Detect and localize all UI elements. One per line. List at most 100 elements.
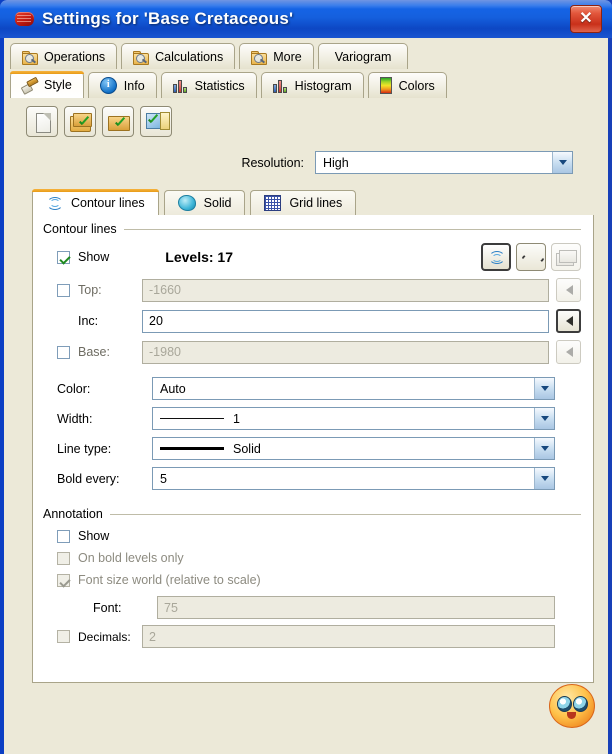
brush-icon (20, 76, 39, 95)
chevron-down-icon[interactable] (534, 438, 554, 459)
tab-calculations[interactable]: Calculations (121, 43, 236, 69)
bold-every-combo[interactable]: 5 (152, 467, 555, 490)
decimals-label: Decimals: (78, 629, 131, 644)
decimals-input[interactable]: 2 (142, 625, 555, 648)
inner-tab-grid-lines[interactable]: Grid lines (250, 190, 357, 215)
resolution-label: Resolution: (241, 155, 304, 170)
smooth-line-button[interactable] (516, 243, 546, 271)
tab-info[interactable]: i Info (87, 72, 157, 98)
bold-every-label: Bold every: (57, 471, 120, 486)
base-checkbox[interactable] (57, 345, 70, 359)
font-row: Font: 75 (43, 596, 581, 619)
wave-icon (521, 252, 541, 262)
line-type-label: Line type: (57, 441, 112, 456)
annotation-show-checkbox[interactable] (57, 529, 70, 543)
window-title: Settings for 'Base Cretaceous' (42, 9, 294, 28)
contour-style-button[interactable] (481, 243, 511, 271)
blank-page-icon (36, 113, 51, 133)
group-label: Annotation (43, 507, 103, 521)
font-size-world-row: Font size world (relative to scale) (43, 573, 581, 587)
base-label: Base: (78, 345, 110, 359)
width-row: Width: 1 (43, 407, 581, 430)
font-size-world-checkbox[interactable] (57, 573, 70, 587)
apply-settings-button[interactable] (102, 106, 134, 137)
font-label: Font: (93, 600, 122, 615)
width-value-wrap: 1 (153, 412, 534, 426)
tab-label: Operations (44, 49, 106, 64)
tab-histogram[interactable]: Histogram (260, 72, 364, 98)
close-button[interactable] (570, 5, 602, 33)
chevron-down-icon[interactable] (534, 468, 554, 489)
top-checkbox[interactable] (57, 283, 70, 297)
tab-style[interactable]: Style (10, 71, 84, 98)
info-icon: i (99, 77, 117, 94)
base-input[interactable]: -1980 (142, 340, 549, 364)
top-row: Top: -1660 (43, 278, 581, 302)
color-row: Color: Auto (43, 377, 581, 400)
inner-tab-solid[interactable]: Solid (163, 190, 246, 215)
top-spin-button[interactable] (556, 278, 581, 302)
font-input[interactable]: 75 (157, 596, 555, 619)
bold-line-swatch-icon (160, 447, 224, 450)
inner-tab-contour-lines[interactable]: Contour lines (32, 189, 159, 215)
tab-label: More (273, 49, 302, 64)
bold-levels-only-row: On bold levels only (43, 551, 581, 565)
tab-label: Histogram (294, 78, 352, 93)
tab-operations[interactable]: Operations (10, 43, 118, 69)
font-size-world-label: Font size world (relative to scale) (78, 573, 261, 587)
copy-settings-button[interactable] (64, 106, 96, 137)
contour-lines-panel: Contour lines Show Levels: 17 Top: -1660… (32, 215, 594, 683)
apply-to-all-button[interactable] (140, 106, 172, 137)
title-bar: Settings for 'Base Cretaceous' (0, 0, 612, 38)
inc-label: Inc: (78, 314, 99, 328)
inc-spin-button[interactable] (556, 309, 581, 333)
tab-variogram[interactable]: Variogram (317, 43, 409, 69)
resolution-combo[interactable]: High (315, 151, 573, 174)
inner-tab-label: Solid (203, 196, 232, 210)
bold-every-value: 5 (160, 471, 167, 486)
color-value: Auto (160, 381, 186, 396)
chevron-down-icon[interactable] (552, 152, 572, 173)
stacked-images-icon (556, 249, 577, 266)
bold-levels-only-checkbox[interactable] (57, 551, 70, 565)
contour-mini-buttons (481, 243, 581, 271)
tab-colors[interactable]: Colors (367, 72, 447, 98)
tab-more[interactable]: More (239, 43, 314, 69)
app-logo-icon (14, 9, 36, 29)
bar-chart-icon (172, 79, 188, 93)
tab-statistics[interactable]: Statistics (160, 72, 257, 98)
contour-lines-icon (46, 196, 63, 210)
bold-levels-only-label: On bold levels only (78, 551, 184, 565)
stack-image-button[interactable] (551, 243, 581, 271)
inc-input[interactable]: 20 (142, 309, 549, 333)
line-type-combo[interactable]: Solid (152, 437, 555, 460)
contour-lines-icon (488, 250, 505, 264)
inner-tab-label: Contour lines (71, 195, 145, 210)
line-type-row: Line type: Solid (43, 437, 581, 460)
inner-tab-label: Grid lines (289, 196, 343, 210)
color-label: Color: (57, 381, 91, 396)
chevron-down-icon[interactable] (534, 378, 554, 399)
outer-tab-row-2: Style i Info Statistics Histogram Colors (4, 69, 608, 98)
levels-row: Show Levels: 17 (43, 243, 581, 271)
width-combo[interactable]: 1 (152, 407, 555, 430)
line-type-value: Solid (233, 441, 261, 456)
tab-label: Colors (398, 78, 435, 93)
solid-fill-icon (177, 195, 196, 211)
grid-lines-icon (264, 195, 282, 211)
tab-label: Statistics (194, 78, 245, 93)
color-combo[interactable]: Auto (152, 377, 555, 400)
style-toolbar (4, 98, 608, 137)
decimals-row: Decimals: 2 (43, 625, 581, 648)
group-label: Contour lines (43, 222, 117, 236)
chevron-down-icon[interactable] (534, 408, 554, 429)
client-area: Operations Calculations More Variogram S… (4, 38, 608, 754)
top-input[interactable]: -1660 (142, 278, 549, 302)
base-spin-button[interactable] (556, 340, 581, 364)
bold-every-row: Bold every: 5 (43, 467, 581, 490)
divider (123, 228, 581, 230)
decimals-checkbox[interactable] (57, 630, 70, 643)
tab-label: Calculations (155, 49, 224, 64)
new-document-button[interactable] (26, 106, 58, 137)
contour-show-checkbox[interactable] (57, 250, 70, 264)
